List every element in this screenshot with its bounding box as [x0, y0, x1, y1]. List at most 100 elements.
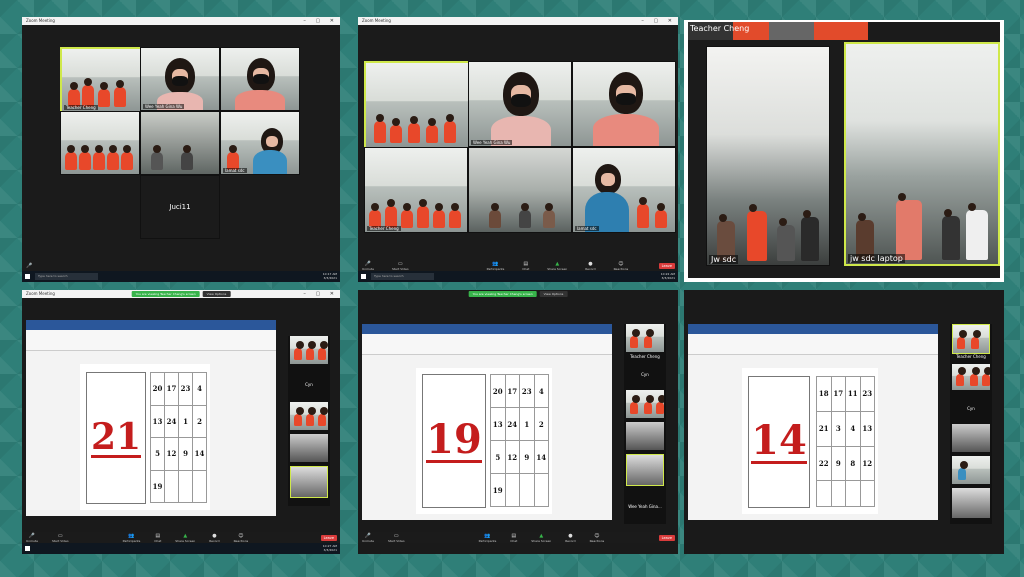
video-tile[interactable] — [140, 111, 220, 175]
video-tile-off[interactable]: Juci11 — [140, 175, 220, 239]
video-tile[interactable] — [572, 61, 676, 147]
chat-button[interactable]: ▤ Chat — [510, 533, 517, 543]
video-thumbnail[interactable] — [626, 454, 664, 486]
video-tile[interactable]: Wee Yeah Gina Wu — [140, 47, 220, 111]
video-tile[interactable]: Teacher Cheng — [60, 47, 142, 113]
grid-cell: 8 — [846, 446, 861, 482]
reactions-button[interactable]: ☺ Reactions — [234, 533, 249, 543]
window-titlebar: Zoom Meeting – ▢ ✕ — [358, 17, 678, 25]
video-thumbnail[interactable] — [952, 488, 990, 518]
window-controls[interactable]: – ▢ ✕ — [641, 17, 676, 25]
grid-cell: 5 — [491, 441, 506, 474]
window-controls[interactable]: – ▢ ✕ — [303, 290, 338, 298]
unmute-button[interactable]: 🎤 Unmute — [26, 533, 38, 543]
start-icon[interactable] — [361, 274, 366, 279]
participants-button[interactable]: 👥 Participants — [487, 261, 505, 271]
system-clock: 10:27 AM 3/3/2021 — [322, 544, 337, 552]
unmute-button[interactable]: 🎤 Unmute — [362, 533, 374, 543]
word-status-bar — [362, 514, 612, 520]
start-video-button[interactable]: ▭ Start Video — [388, 533, 405, 543]
leave-button[interactable]: Leave — [658, 263, 675, 269]
video-thumbnail[interactable] — [952, 456, 990, 484]
leave-button[interactable]: Leave — [658, 535, 675, 541]
view-options-button[interactable]: View Options — [539, 291, 568, 297]
grid-cell: 12 — [165, 438, 179, 471]
unmute-button[interactable]: 🎤 Unmute — [362, 261, 374, 271]
grid-cell: 4 — [193, 373, 207, 406]
start-video-button[interactable]: ▭ Start Video — [392, 261, 409, 271]
word-status-bar — [688, 514, 938, 520]
word-toolbar — [26, 330, 276, 351]
window-titlebar: Zoom Meeting – ▢ ✕ — [22, 17, 340, 25]
chat-button[interactable]: ▤ Chat — [522, 261, 529, 271]
video-tile[interactable]: lamat sdc — [572, 147, 676, 233]
unmute-button[interactable]: 🎤 — [26, 263, 32, 269]
grid-cell: 12 — [860, 446, 875, 482]
participant-name: lamat sdc — [575, 226, 599, 231]
participant-name: Juci11 — [169, 203, 191, 211]
viewing-screen-label: You are viewing Teacher Cheng's screen — [131, 291, 200, 297]
video-thumbnail[interactable] — [290, 402, 328, 430]
start-icon[interactable] — [25, 274, 30, 279]
grid-cell: 22 — [817, 446, 832, 482]
grid-cell: 9 — [831, 446, 846, 482]
grid-cell: 21 — [817, 411, 832, 447]
grid-cell — [505, 474, 520, 507]
grid-cell: 2 — [193, 405, 207, 438]
participants-button[interactable]: 👥 Participants — [123, 533, 141, 543]
video-thumbnail[interactable] — [290, 466, 328, 498]
meeting-toolbar: 🎤 Unmute ▭ Start Video 👥 Participants ▤ Chat… — [358, 532, 678, 543]
video-tile[interactable] — [364, 61, 470, 149]
video-tile[interactable] — [220, 47, 300, 111]
share-screen-button[interactable]: ▲ Share Screen — [531, 533, 551, 543]
record-button[interactable]: ● Record — [209, 533, 219, 543]
video-tile[interactable]: jw sdc laptop — [844, 42, 1000, 266]
taskbar-search[interactable]: Type here to search — [35, 273, 98, 280]
video-tile[interactable]: Teacher Cheng — [364, 147, 468, 233]
participant-name: Teacher Cheng — [690, 24, 750, 33]
viewing-screen-label: You are viewing Teacher Cheng's screen — [468, 291, 537, 297]
start-icon[interactable] — [25, 546, 30, 551]
view-options-button[interactable]: View Options — [202, 291, 231, 297]
reactions-button[interactable]: ☺ Reactions — [590, 533, 605, 543]
record-button[interactable]: ● Record — [565, 533, 575, 543]
window-controls[interactable]: – ▢ ✕ — [303, 17, 338, 25]
grid-cell: 1 — [179, 405, 193, 438]
big-number: 21 — [90, 415, 142, 458]
participant-name: Wee Yeah Gina Wu — [143, 104, 185, 109]
video-thumbnail[interactable] — [626, 422, 664, 450]
participants-button[interactable]: 👥 Participants — [479, 533, 497, 543]
video-tile[interactable]: lamat sdc — [220, 111, 300, 175]
video-thumbnail[interactable] — [290, 434, 328, 462]
grid-cell: 1 — [520, 408, 535, 441]
video-thumbnail[interactable] — [290, 336, 328, 364]
meeting-toolbar: 🎤 — [22, 260, 340, 271]
grid-cell: 11 — [846, 377, 861, 412]
share-screen-button[interactable]: ▲ Share Screen — [547, 261, 567, 271]
record-button[interactable]: ● Record — [585, 261, 595, 271]
video-tile[interactable]: Jw sdc — [706, 46, 830, 266]
leave-button[interactable]: Leave — [320, 535, 337, 541]
share-screen-button[interactable]: ▲ Share Screen — [175, 533, 195, 543]
video-tile[interactable] — [60, 111, 140, 175]
grid-cell: 4 — [534, 375, 549, 408]
taskbar-search[interactable]: Type here to search — [371, 273, 434, 280]
video-thumbnail[interactable] — [952, 424, 990, 452]
participant-name: Teacher Cheng — [367, 226, 401, 231]
video-tile[interactable]: Wee Yeah Gina Wu — [468, 61, 572, 147]
participant-name: Teacher Cheng — [64, 105, 98, 110]
number-grid: 18 17 11 23 21 3 4 13 22 9 8 12 — [816, 376, 875, 507]
video-thumbnail[interactable] — [952, 324, 990, 354]
chat-button[interactable]: ▤ Chat — [154, 533, 161, 543]
video-thumbnail[interactable] — [626, 324, 664, 352]
video-tile[interactable] — [468, 147, 572, 233]
meeting-toolbar: 🎤 Unmute ▭ Start Video 👥 Participants ▤ Chat… — [22, 532, 340, 543]
start-video-button[interactable]: ▭ Start Video — [52, 533, 69, 543]
shared-word-window: 19 20 17 23 4 13 24 1 2 5 12 9 14 19 — [362, 324, 612, 520]
video-thumbnail[interactable] — [952, 364, 990, 390]
reactions-button[interactable]: ☺ Reactions — [614, 261, 629, 271]
number-card: 21 — [86, 372, 146, 504]
video-thumbnail[interactable] — [626, 390, 664, 418]
grid-cell: 17 — [505, 375, 520, 408]
top-video-strip: Teacher Cheng — [688, 22, 868, 40]
